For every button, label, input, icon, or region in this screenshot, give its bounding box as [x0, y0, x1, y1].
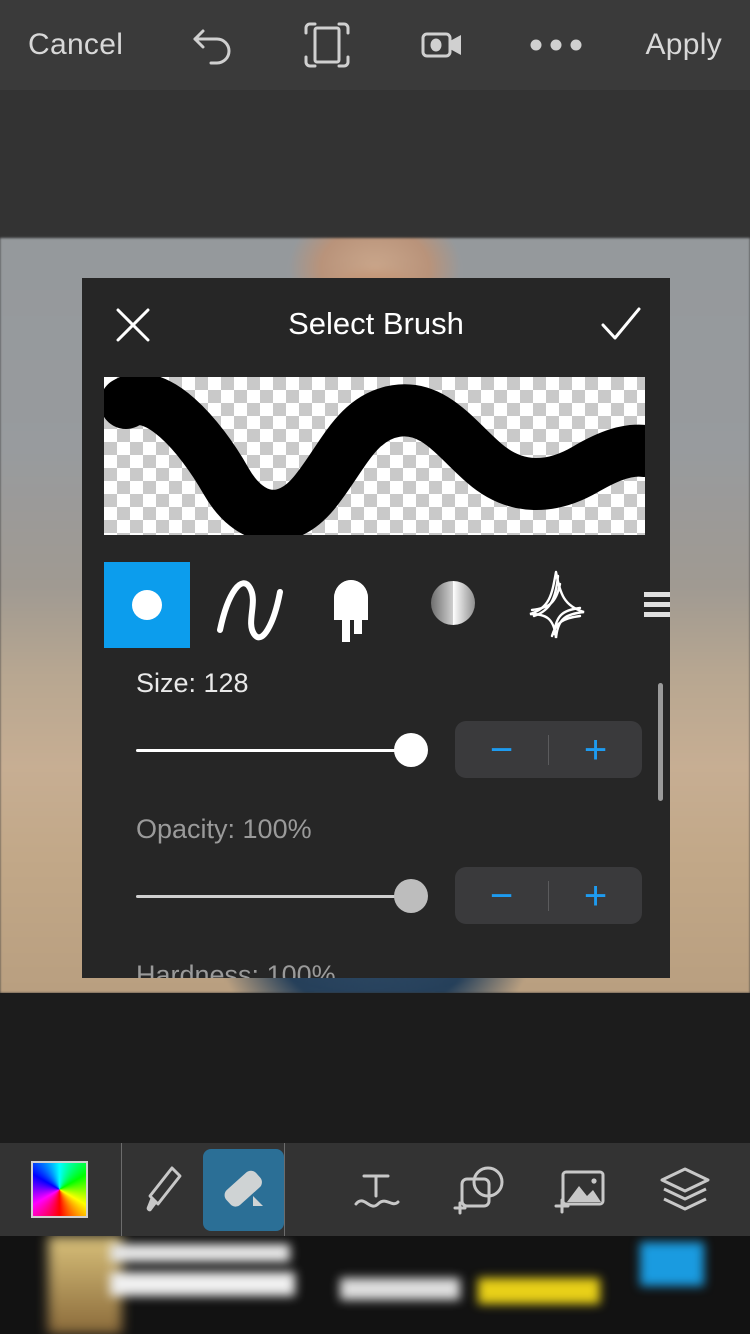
ad-subtext	[340, 1278, 460, 1300]
size-stepper[interactable]: − +	[455, 721, 642, 778]
add-shape-tool[interactable]	[439, 1149, 519, 1231]
video-record-icon[interactable]	[407, 10, 477, 80]
opacity-decrement-button[interactable]: −	[455, 867, 548, 924]
crop-frame-icon[interactable]	[292, 10, 362, 80]
add-image-tool[interactable]	[542, 1149, 622, 1231]
undo-icon[interactable]	[178, 10, 248, 80]
eraser-tool[interactable]	[203, 1148, 284, 1231]
opacity-slider[interactable]	[136, 878, 428, 913]
dialog-header: Select Brush	[82, 278, 670, 370]
brush-list[interactable]	[104, 562, 670, 648]
dialog-scrollbar[interactable]	[658, 683, 663, 801]
opacity-slider-track	[136, 894, 418, 898]
extra-tool-group	[325, 1149, 750, 1231]
top-toolbar: Cancel Apply	[0, 0, 750, 90]
eraser-icon	[224, 1170, 263, 1207]
brush-item-drip-brush[interactable]	[308, 562, 394, 648]
size-slider-thumb[interactable]	[394, 732, 428, 767]
ad-badge	[640, 1242, 704, 1286]
brush-item-swirl-brush[interactable]	[512, 562, 598, 648]
size-increment-button[interactable]: +	[549, 721, 642, 778]
brush-settings: Size: 128 − + Opacity: 100% − + Hardness…	[82, 668, 670, 978]
minus-icon: −	[489, 873, 514, 918]
wave-brush-icon	[217, 580, 283, 641]
checkmark-icon[interactable]	[592, 296, 650, 354]
select-brush-dialog: Select Brush Size: 128 − + Opacity: 100%…	[82, 278, 670, 978]
opacity-increment-button[interactable]: +	[549, 867, 642, 924]
color-wheel-swatch[interactable]	[31, 1161, 88, 1218]
hardness-label: Hardness: 100%	[136, 960, 336, 978]
dialog-title: Select Brush	[288, 306, 464, 341]
opacity-row: − +	[82, 867, 670, 924]
gradient-circle-brush-icon	[431, 581, 475, 625]
opacity-label: Opacity: 100%	[136, 814, 312, 844]
layers-tool[interactable]	[645, 1149, 725, 1231]
opacity-slider-thumb[interactable]	[394, 878, 428, 913]
size-row: − +	[82, 721, 670, 778]
bottom-toolbar	[0, 1143, 750, 1236]
ad-cta-button[interactable]	[478, 1278, 600, 1304]
drip-brush-icon	[334, 580, 368, 642]
ad-headline-line1	[110, 1244, 290, 1262]
brush-item-lines-brush[interactable]	[614, 562, 670, 648]
brush-item-gradient-circle-brush[interactable]	[410, 562, 496, 648]
brush-icon	[146, 1166, 181, 1211]
cancel-button[interactable]: Cancel	[18, 22, 133, 68]
size-slider[interactable]	[136, 732, 428, 767]
opacity-stepper[interactable]: − +	[455, 867, 642, 924]
draw-tool-group	[121, 1143, 285, 1236]
close-icon[interactable]	[104, 296, 162, 354]
round-brush-icon	[132, 590, 162, 620]
brush-item-round-brush[interactable]	[104, 562, 190, 648]
swirl-brush-icon	[529, 570, 585, 639]
more-options-icon[interactable]	[521, 10, 591, 80]
minus-icon: −	[489, 727, 514, 772]
text-tool[interactable]	[336, 1149, 416, 1231]
brush-item-wave-brush[interactable]	[206, 562, 292, 648]
advertisement-banner[interactable]	[0, 1236, 750, 1334]
size-label: Size: 128	[136, 668, 249, 698]
brush-stroke-preview	[104, 377, 645, 535]
size-decrement-button[interactable]: −	[455, 721, 548, 778]
plus-icon: +	[583, 727, 608, 772]
brush-tool[interactable]	[122, 1149, 203, 1231]
lines-brush-icon	[644, 592, 670, 617]
apply-button[interactable]: Apply	[635, 22, 732, 68]
plus-icon: +	[583, 873, 608, 918]
size-slider-track	[136, 748, 418, 752]
ad-headline-line2	[110, 1272, 295, 1296]
